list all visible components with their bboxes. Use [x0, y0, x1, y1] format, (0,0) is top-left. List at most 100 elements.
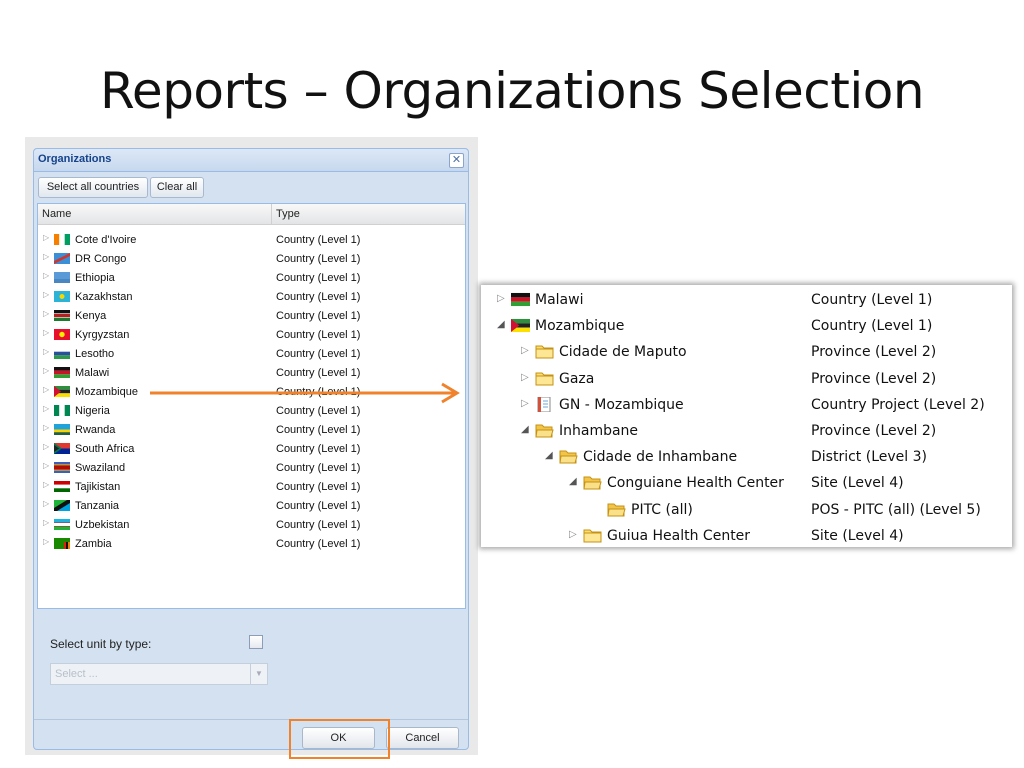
expand-arrow-icon[interactable]: ▷ [43, 461, 49, 470]
expand-arrow-icon[interactable]: ▷ [43, 233, 49, 242]
uzbekistan-flag-icon [54, 519, 70, 530]
dialog-frame: Organizations ✕ Select all countries Cle… [33, 148, 469, 759]
row-name: Cote d'Ivoire [75, 234, 137, 246]
table-row[interactable]: ▷ Ethiopia Country (Level 1) [38, 269, 465, 288]
expand-arrow-icon[interactable]: ▷ [569, 529, 577, 540]
expand-arrow-icon[interactable]: ▷ [43, 404, 49, 413]
ok-highlight-box [289, 719, 390, 759]
row-name: Tanzania [75, 500, 120, 512]
row-name: Kenya [75, 310, 107, 322]
expand-arrow-icon[interactable]: ▷ [43, 423, 49, 432]
expand-arrow-icon[interactable]: ▷ [43, 537, 49, 546]
expand-arrow-icon[interactable]: ▷ [43, 442, 49, 451]
tree-row-name: Guiua Health Center [607, 527, 751, 544]
expand-arrow-icon[interactable]: ▷ [43, 271, 49, 280]
kazakhstan-flag-icon [54, 291, 70, 302]
cancel-button[interactable]: Cancel [386, 727, 459, 749]
column-header-name[interactable]: Name [42, 208, 71, 220]
table-row[interactable]: ▷ Malawi Country (Level 1) [38, 364, 465, 383]
column-header-type[interactable]: Type [276, 208, 300, 220]
tree-row[interactable]: ▷ Cidade de Maputo Province (Level 2) [481, 340, 1012, 366]
table-row[interactable]: ▷ Rwanda Country (Level 1) [38, 421, 465, 440]
table-row[interactable]: ▷ Kazakhstan Country (Level 1) [38, 288, 465, 307]
tree-row[interactable]: ▷ Guiua Health Center Site (Level 4) [481, 524, 1012, 547]
expand-arrow-icon[interactable]: ▷ [521, 345, 529, 356]
tree-row-type: Country (Level 1) [811, 318, 933, 335]
tree-row[interactable]: ◢ Inhambane Province (Level 2) [481, 419, 1012, 445]
tree-row-type: Site (Level 4) [811, 527, 904, 544]
tree-row-name: Mozambique [535, 318, 625, 335]
tree-row[interactable]: ◢ Cidade de Inhambane District (Level 3) [481, 445, 1012, 471]
tree-row[interactable]: ▷ Gaza Province (Level 2) [481, 367, 1012, 393]
table-row[interactable]: ▷ Swaziland Country (Level 1) [38, 459, 465, 478]
table-row[interactable]: ▷ Tajikistan Country (Level 1) [38, 478, 465, 497]
expand-arrow-icon[interactable]: ▷ [43, 290, 49, 299]
tree-row[interactable]: ▷ Malawi Country (Level 1) [481, 288, 1012, 314]
zambia-flag-icon [54, 538, 70, 549]
dialog-title: Organizations [38, 153, 112, 165]
tree-row-name: GN - Mozambique [559, 396, 684, 413]
expand-arrow-icon[interactable]: ▷ [43, 385, 49, 394]
row-type: Country (Level 1) [276, 443, 361, 455]
expand-arrow-icon[interactable]: ▷ [43, 309, 49, 318]
tree-row[interactable]: ◢ Conguiane Health Center Site (Level 4) [481, 471, 1012, 497]
south-africa-flag-icon [54, 443, 70, 454]
tree-row-type: Site (Level 4) [811, 475, 904, 492]
swaziland-flag-icon [54, 462, 70, 473]
collapse-arrow-icon[interactable]: ◢ [497, 319, 505, 330]
table-row[interactable]: ▷ DR Congo Country (Level 1) [38, 250, 465, 269]
expand-arrow-icon[interactable]: ▷ [497, 293, 505, 304]
tajikistan-flag-icon [54, 481, 70, 492]
tree-row-type: POS - PITC (all) (Level 5) [811, 501, 981, 518]
table-row[interactable]: ▷ Kyrgyzstan Country (Level 1) [38, 326, 465, 345]
row-name: Zambia [75, 538, 112, 550]
collapse-arrow-icon[interactable]: ◢ [545, 450, 553, 461]
malawi-flag-icon [511, 292, 530, 307]
expand-arrow-icon[interactable]: ▷ [521, 398, 529, 409]
arrow-icon [150, 382, 460, 404]
chevron-down-icon[interactable]: ▼ [250, 664, 267, 684]
table-row[interactable]: ▷ Nigeria Country (Level 1) [38, 402, 465, 421]
table-row[interactable]: ▷ Uzbekistan Country (Level 1) [38, 516, 465, 535]
row-name: Tajikistan [75, 481, 121, 493]
row-type: Country (Level 1) [276, 462, 361, 474]
expand-arrow-icon[interactable]: ▷ [43, 366, 49, 375]
expand-arrow-icon[interactable]: ▷ [43, 328, 49, 337]
expand-arrow-icon[interactable]: ▷ [43, 518, 49, 527]
open-folder-icon [535, 424, 554, 438]
close-icon[interactable]: ✕ [449, 153, 464, 168]
table-row[interactable]: ▷ Zambia Country (Level 1) [38, 535, 465, 554]
kyrgyzstan-flag-icon [54, 329, 70, 340]
dialog-header: Organizations ✕ [34, 149, 468, 172]
tree-row-name: PITC (all) [631, 501, 693, 518]
row-type: Country (Level 1) [276, 424, 361, 436]
expand-arrow-icon[interactable]: ▷ [43, 252, 49, 261]
collapse-arrow-icon[interactable]: ◢ [569, 476, 577, 487]
expand-arrow-icon[interactable]: ▷ [43, 499, 49, 508]
collapse-arrow-icon[interactable]: ◢ [521, 424, 529, 435]
tree-row[interactable]: ◢ Mozambique Country (Level 1) [481, 314, 1012, 340]
table-row[interactable]: ▷ Cote d'Ivoire Country (Level 1) [38, 231, 465, 250]
row-type: Country (Level 1) [276, 234, 361, 246]
expand-arrow-icon[interactable]: ▷ [43, 347, 49, 356]
unit-type-placeholder: Select ... [55, 668, 98, 680]
table-row[interactable]: ▷ Tanzania Country (Level 1) [38, 497, 465, 516]
select-all-countries-button[interactable]: Select all countries [38, 177, 148, 198]
kenya-flag-icon [54, 310, 70, 321]
tree-row[interactable]: PITC (all) POS - PITC (all) (Level 5) [481, 498, 1012, 524]
unit-type-select[interactable]: Select ... ▼ [50, 663, 268, 685]
clear-all-button[interactable]: Clear all [150, 177, 204, 198]
table-row[interactable]: ▷ Lesotho Country (Level 1) [38, 345, 465, 364]
tree-row[interactable]: ▷ GN - Mozambique Country Project (Level 2… [481, 393, 1012, 419]
select-unit-checkbox[interactable] [249, 635, 263, 649]
document-icon [537, 396, 551, 412]
row-name: Swaziland [75, 462, 126, 474]
tree-row-type: Country Project (Level 2) [811, 396, 985, 413]
table-row[interactable]: ▷ South Africa Country (Level 1) [38, 440, 465, 459]
expand-arrow-icon[interactable]: ▷ [521, 372, 529, 383]
row-type: Country (Level 1) [276, 272, 361, 284]
expand-arrow-icon[interactable]: ▷ [43, 480, 49, 489]
tree-row-type: Country (Level 1) [811, 292, 933, 308]
table-row[interactable]: ▷ Kenya Country (Level 1) [38, 307, 465, 326]
row-name: Rwanda [75, 424, 116, 436]
